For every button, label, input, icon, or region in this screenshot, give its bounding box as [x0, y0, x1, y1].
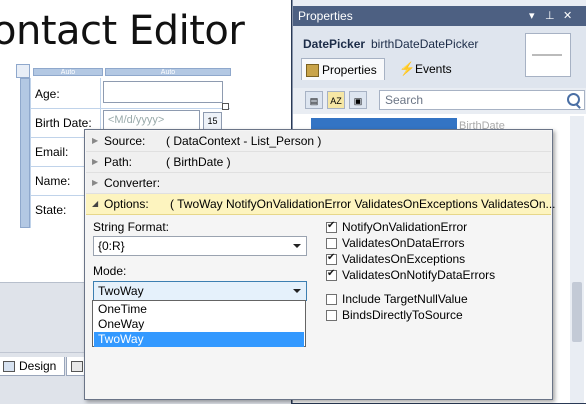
binding-row-value: ( DataContext - List_Person ) [166, 134, 322, 148]
checkbox-label: Include TargetNullValue [342, 292, 468, 306]
column-header-auto[interactable]: Auto [33, 68, 103, 76]
string-format-label: String Format: [93, 220, 170, 234]
checkbox-validates-on-data-errors[interactable] [326, 238, 337, 249]
tab-xaml[interactable] [66, 357, 86, 376]
tab-properties-label: Properties [322, 63, 377, 77]
xaml-view-icon [71, 361, 83, 372]
field-label-age: Age: [35, 87, 60, 101]
binding-row-options[interactable]: ◢ Options: ( TwoWay NotifyOnValidationEr… [86, 194, 556, 215]
binding-row-key: Options: [104, 197, 149, 211]
selected-control-name[interactable]: birthDateDatePicker [371, 37, 478, 51]
binding-row-value: ( TwoWay NotifyOnValidationError Validat… [170, 197, 556, 211]
mode-value: TwoWay [98, 284, 144, 298]
calendar-icon[interactable]: 15 [203, 112, 222, 130]
grid-line [30, 108, 230, 109]
expand-arrow-icon[interactable]: ▶ [92, 173, 98, 193]
binding-row-key: Source: [104, 134, 146, 148]
control-preview-thumbnail [525, 33, 571, 77]
checkbox-binds-directly-to-source[interactable] [326, 310, 337, 321]
tab-properties[interactable]: Properties [301, 58, 385, 80]
age-textbox[interactable] [103, 81, 223, 103]
mode-label: Mode: [93, 264, 127, 278]
tab-design[interactable]: Design [0, 357, 66, 376]
binding-row-source[interactable]: ▶ Source: ( DataContext - List_Person ) [86, 131, 551, 152]
tab-events[interactable]: ⚡ Events [397, 58, 452, 80]
checkbox-label: ValidatesOnDataErrors [342, 236, 465, 250]
mode-option-oneway[interactable]: OneWay [94, 317, 304, 332]
column-header-auto-2[interactable]: Auto [105, 68, 231, 76]
binding-row-key: Path: [104, 155, 133, 169]
collapse-arrow-icon[interactable]: ◢ [92, 194, 98, 214]
binding-row-value: ( BirthDate ) [166, 155, 231, 169]
column-header-label: Auto [60, 69, 76, 76]
checkbox-label: ValidatesOnExceptions [342, 252, 466, 266]
sort-alphabetical-icon[interactable]: AZ [327, 91, 345, 109]
column-header-label: Auto [160, 69, 176, 76]
search-icon[interactable] [567, 93, 580, 106]
mode-combobox[interactable]: TwoWay [93, 281, 307, 301]
string-format-value: {0:R} [98, 239, 125, 253]
close-icon[interactable]: ✕ [563, 9, 572, 22]
checkbox-validates-on-notify-data-errors[interactable] [326, 268, 337, 281]
tab-events-label: Events [415, 62, 452, 76]
checkbox-label: BindsDirectlyToSource [342, 308, 463, 322]
window-title-text: ontact Editor [0, 8, 245, 54]
categorize-icon[interactable]: ▤ [305, 91, 323, 109]
dropdown-arrow-icon[interactable]: ▾ [529, 9, 535, 22]
search-placeholder: Search [385, 93, 424, 107]
lightning-icon: ⚡ [399, 61, 416, 76]
properties-search-input[interactable]: Search [379, 90, 585, 110]
design-view-icon [3, 361, 15, 372]
preview-line [532, 54, 562, 56]
birth-date-picker[interactable]: <M/d/yyyy> [103, 110, 200, 130]
properties-panel-title: Properties [298, 9, 353, 23]
field-label-name: Name: [35, 174, 71, 188]
binding-row-converter[interactable]: ▶ Converter: [86, 173, 551, 194]
calendar-day-label: 15 [207, 116, 218, 126]
binding-row-key: Converter: [104, 176, 161, 190]
resize-handle-icon[interactable] [222, 103, 229, 110]
properties-icon [306, 64, 319, 77]
string-format-combobox[interactable]: {0:R} [93, 236, 307, 256]
checkbox-label: NotifyOnValidationError [342, 220, 468, 234]
mode-dropdown-list[interactable]: OneTime OneWay TwoWay [92, 300, 306, 347]
binding-editor-popup: ▶ Source: ( DataContext - List_Person ) … [84, 129, 556, 400]
binding-row-path[interactable]: ▶ Path: ( BirthDate ) [86, 152, 551, 173]
mode-option-twoway[interactable]: TwoWay [94, 332, 304, 347]
expand-arrow-icon[interactable]: ▶ [92, 152, 98, 172]
pin-icon[interactable]: ⊥ [545, 9, 555, 22]
properties-titlebar: Properties ▾ ⊥ ✕ [293, 6, 586, 26]
selected-control-type: DatePicker [303, 37, 366, 51]
checkbox-validates-on-exceptions[interactable] [326, 252, 337, 265]
checkbox-label: ValidatesOnNotifyDataErrors [342, 268, 496, 282]
scrollbar-thumb[interactable] [572, 282, 582, 342]
checkbox-notify-on-validation-error[interactable] [326, 220, 337, 233]
mode-option-onetime[interactable]: OneTime [94, 302, 304, 317]
properties-scrollbar[interactable] [570, 116, 584, 403]
checkbox-include-target-null-value[interactable] [326, 294, 337, 305]
row-header-bar[interactable] [20, 78, 30, 228]
grid-line [30, 78, 31, 228]
date-placeholder: <M/d/yyyy> [108, 114, 165, 126]
chevron-down-icon[interactable] [293, 244, 301, 248]
field-label-state: State: [35, 203, 67, 217]
field-label-email: Email: [35, 145, 69, 159]
expand-arrow-icon[interactable]: ▶ [92, 131, 98, 151]
field-label-birth-date: Birth Date: [35, 116, 92, 130]
grid-adorner-icon[interactable] [16, 64, 30, 78]
arrange-by-source-icon[interactable]: ▣ [349, 91, 367, 109]
chevron-down-icon[interactable] [293, 289, 301, 293]
tab-design-label: Design [19, 359, 57, 373]
